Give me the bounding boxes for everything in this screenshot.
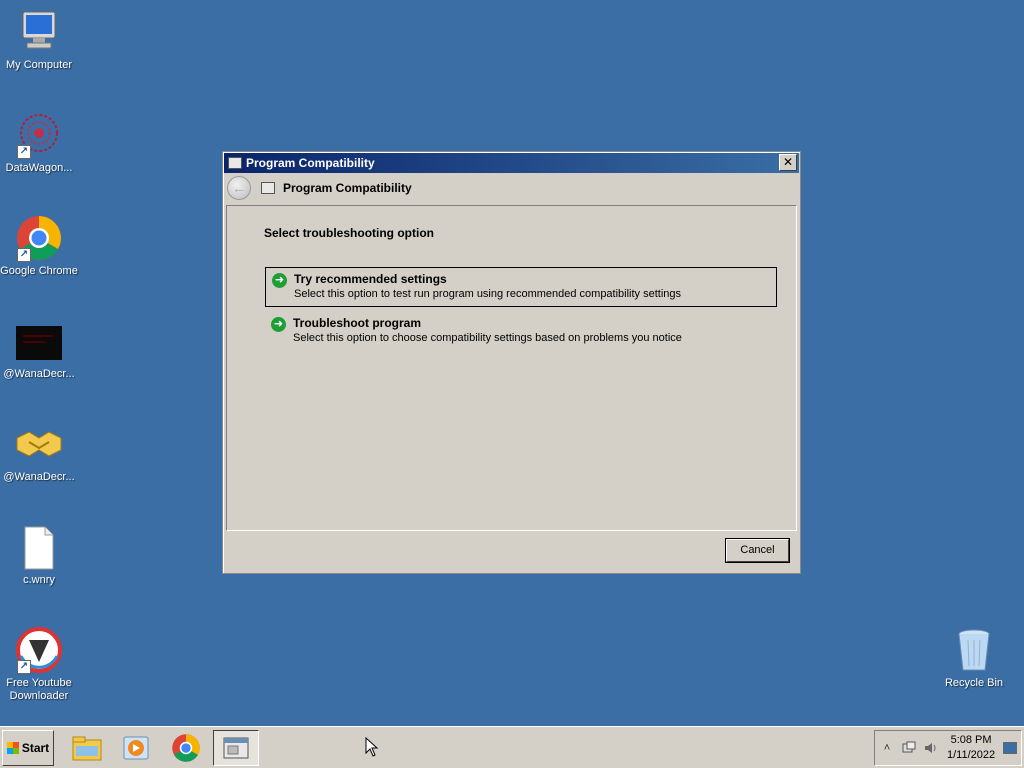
shortcut-arrow-icon: ↗ — [17, 660, 31, 674]
chrome-icon — [172, 734, 200, 762]
desktop-icon-label: @WanaDecr... — [3, 368, 75, 380]
nav-title: Program Compatibility — [283, 181, 412, 195]
dialog-titlebar[interactable]: Program Compatibility — [224, 153, 799, 173]
wanadecryptor-icon — [15, 317, 63, 365]
desktop-icon-c-wnry[interactable]: c.wnry — [0, 523, 78, 587]
network-icon[interactable] — [901, 740, 917, 756]
option-title: Troubleshoot program — [293, 316, 422, 330]
program-compatibility-icon — [223, 737, 249, 759]
back-arrow-icon: ← — [232, 180, 246, 196]
clock[interactable]: 5:08 PM 1/11/2022 — [947, 733, 995, 763]
desktop-icon-label: Google Chrome — [0, 265, 78, 277]
start-button[interactable]: Start — [2, 730, 54, 766]
desktop-icon-label: Free Youtube Downloader — [6, 677, 72, 702]
section-title: Select troubleshooting option — [264, 226, 434, 240]
desktop-icon-label: DataWagon... — [5, 162, 73, 174]
show-hidden-icons-button[interactable]: ˄ — [879, 740, 895, 756]
clock-date: 1/11/2022 — [947, 749, 996, 761]
back-button[interactable]: ← — [227, 176, 251, 200]
taskbar-program-compatibility[interactable] — [213, 730, 259, 766]
computer-icon — [15, 8, 63, 56]
desktop-icon-wanadecryptor-exe[interactable]: @WanaDecr... — [0, 420, 78, 484]
taskbar-media-player[interactable] — [113, 730, 159, 766]
taskbar: Start ˄ 5:08 PM 1/11/2022 — [0, 726, 1024, 768]
media-player-icon — [123, 736, 149, 760]
desktop-icon-recycle-bin[interactable]: Recycle Bin — [935, 626, 1013, 690]
desktop-icon-label: @WanaDecr... — [3, 471, 75, 483]
desktop-icon-wanadecryptor[interactable]: @WanaDecr... — [0, 317, 78, 381]
volume-icon[interactable] — [923, 740, 939, 756]
cancel-button[interactable]: Cancel — [726, 539, 789, 562]
system-tray: ˄ 5:08 PM 1/11/2022 — [874, 730, 1022, 766]
recycle-bin-icon — [950, 626, 998, 674]
option-description: Select this option to choose compatibili… — [293, 332, 682, 344]
taskbar-chrome[interactable] — [163, 730, 209, 766]
handshake-icon — [15, 420, 63, 468]
green-arrow-icon: ➜ — [271, 317, 286, 332]
close-icon: ✕ — [782, 155, 794, 169]
program-compatibility-icon — [261, 182, 275, 194]
desktop-icon-label: Recycle Bin — [944, 677, 1004, 689]
desktop-icon-google-chrome[interactable]: ↗ Google Chrome — [0, 214, 78, 278]
desktop-icon-label: c.wnry — [23, 574, 55, 586]
close-button[interactable]: ✕ — [779, 154, 797, 171]
show-desktop-icon[interactable] — [1003, 742, 1018, 754]
shortcut-arrow-icon: ↗ — [17, 248, 31, 262]
file-icon — [15, 523, 63, 571]
windows-logo-icon — [6, 742, 19, 754]
clock-time: 5:08 PM — [950, 734, 992, 746]
program-compatibility-dialog: Program Compatibility ✕ ← Program Compat… — [222, 151, 801, 574]
dialog-content: Select troubleshooting option ➜ Try reco… — [226, 205, 797, 531]
explorer-icon — [72, 736, 102, 761]
chrome-icon: ↗ — [15, 214, 63, 262]
youtube-downloader-icon: ↗ — [15, 626, 63, 674]
option-try-recommended-settings[interactable]: ➜ Try recommended settings Select this o… — [265, 267, 777, 307]
option-description: Select this option to test run program u… — [294, 288, 682, 300]
taskbar-explorer[interactable] — [64, 730, 110, 766]
dialog-navbar: ← Program Compatibility — [223, 174, 800, 202]
dialog-title: Program Compatibility — [246, 156, 375, 170]
desktop-icon-my-computer[interactable]: My Computer — [0, 8, 78, 72]
green-arrow-icon: ➜ — [272, 273, 287, 288]
desktop-icon-datawagon[interactable]: ↗ DataWagon... — [0, 111, 78, 175]
mouse-cursor-icon — [365, 736, 379, 760]
desktop-icon-free-youtube-downloader[interactable]: ↗ Free Youtube Downloader — [0, 626, 78, 703]
start-label: Start — [21, 741, 50, 755]
datawagon-icon: ↗ — [15, 111, 63, 159]
program-compatibility-icon — [228, 157, 242, 169]
option-title: Try recommended settings — [294, 272, 447, 286]
desktop-icon-label: My Computer — [5, 59, 73, 71]
shortcut-arrow-icon: ↗ — [17, 145, 31, 159]
option-troubleshoot-program[interactable]: ➜ Troubleshoot program Select this optio… — [265, 312, 777, 352]
